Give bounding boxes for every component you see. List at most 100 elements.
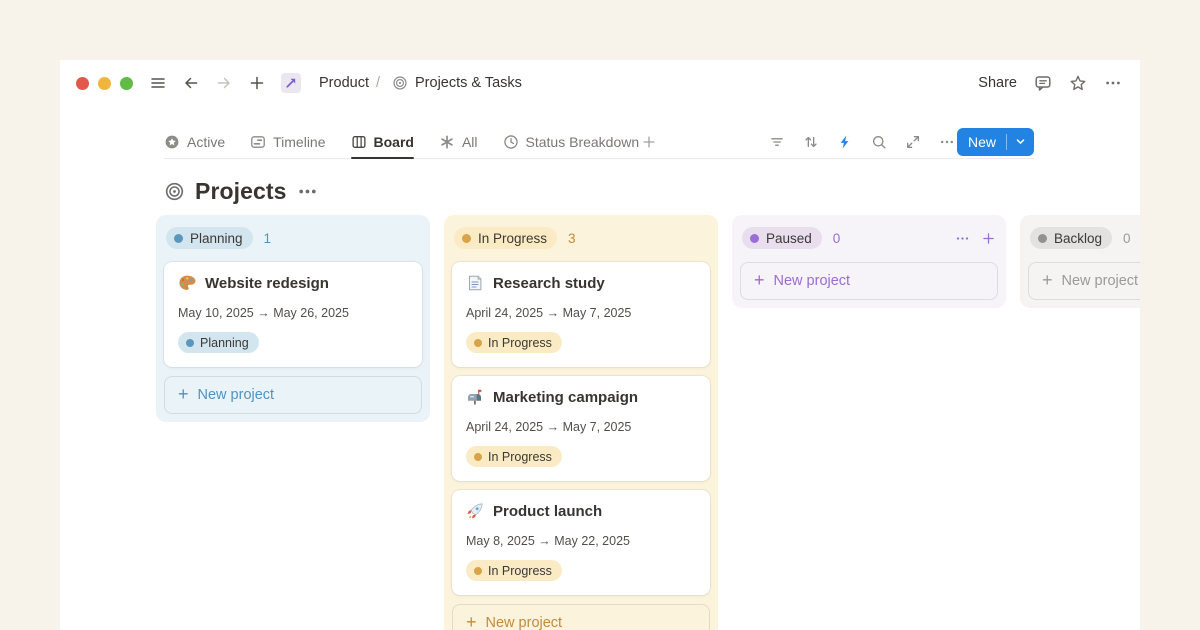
column-count: 0 bbox=[1123, 231, 1131, 246]
bookmark-tabs-icon bbox=[466, 274, 484, 292]
card-date-range: May 10, 2025 → May 26, 2025 bbox=[178, 306, 408, 320]
zoom-window-button[interactable] bbox=[120, 77, 133, 90]
view-controls bbox=[769, 134, 955, 150]
favorite-star-icon[interactable] bbox=[1069, 74, 1087, 92]
project-card-marketing-campaign[interactable]: Marketing campaignApril 24, 2025 → May 7… bbox=[452, 376, 710, 481]
star-circle-icon bbox=[164, 134, 180, 150]
status-dot-icon bbox=[474, 339, 482, 347]
board-column-backlog: Backlog 0 +New project bbox=[1020, 215, 1140, 308]
app-window: Product / Projects & Tasks Share Active T… bbox=[60, 60, 1140, 630]
forward-arrow-icon[interactable] bbox=[215, 74, 233, 92]
tab-active[interactable]: Active bbox=[164, 125, 225, 158]
status-dot-icon bbox=[462, 234, 471, 243]
status-dot-icon bbox=[1038, 234, 1047, 243]
chevron-down-icon[interactable] bbox=[1007, 135, 1034, 148]
target-icon bbox=[164, 181, 185, 202]
window-controls bbox=[76, 77, 133, 90]
tab-status-breakdown[interactable]: Status Breakdown bbox=[503, 125, 640, 158]
bolt-icon[interactable] bbox=[837, 134, 853, 150]
new-project-button-planning[interactable]: +New project bbox=[164, 376, 422, 414]
status-dot-icon bbox=[186, 339, 194, 347]
tab-board[interactable]: Board bbox=[351, 125, 414, 158]
status-dot-icon bbox=[174, 234, 183, 243]
more-icon[interactable] bbox=[955, 231, 970, 246]
column-add-icon[interactable] bbox=[981, 231, 996, 246]
new-project-label: New project bbox=[486, 615, 563, 630]
new-project-button-backlog[interactable]: +New project bbox=[1028, 262, 1140, 300]
status-label: Planning bbox=[190, 231, 243, 246]
column-count: 3 bbox=[568, 231, 576, 246]
column-header-backlog[interactable]: Backlog 0 bbox=[1028, 223, 1140, 249]
column-controls bbox=[955, 231, 996, 246]
view-tabbar: Active Timeline Board All Status Breakdown N… bbox=[164, 125, 1034, 159]
column-count: 1 bbox=[264, 231, 272, 246]
project-card-research-study[interactable]: Research studyApril 24, 2025 → May 7, 20… bbox=[452, 262, 710, 367]
project-card-product-launch[interactable]: Product launch May 8, 2025 → May 22, 2025… bbox=[452, 490, 710, 595]
rocket-icon bbox=[466, 502, 484, 520]
tab-label: Status Breakdown bbox=[526, 134, 640, 150]
comment-icon[interactable] bbox=[1034, 74, 1052, 92]
back-arrow-icon[interactable] bbox=[182, 74, 200, 92]
card-status-label: In Progress bbox=[488, 564, 552, 578]
new-project-button-paused[interactable]: +New project bbox=[740, 262, 998, 300]
column-header-planning[interactable]: Planning 1 bbox=[164, 223, 422, 249]
more-icon[interactable] bbox=[939, 134, 955, 150]
workspace-icon[interactable] bbox=[281, 73, 301, 93]
card-status-badge: In Progress bbox=[466, 560, 562, 581]
target-icon bbox=[392, 75, 408, 91]
column-header-in-progress[interactable]: In Progress 3 bbox=[452, 223, 710, 249]
card-status-label: In Progress bbox=[488, 336, 552, 350]
filter-icon[interactable] bbox=[769, 134, 785, 150]
status-dot-icon bbox=[750, 234, 759, 243]
share-button[interactable]: Share bbox=[978, 75, 1017, 91]
page-title: Projects bbox=[195, 178, 287, 205]
board-column-planning: Planning 1 Website redesignMay 10, 2025 → … bbox=[156, 215, 430, 422]
status-label: In Progress bbox=[478, 231, 547, 246]
status-pill: Planning bbox=[166, 227, 253, 249]
minimize-window-button[interactable] bbox=[98, 77, 111, 90]
status-dot-icon bbox=[474, 453, 482, 461]
tab-label: Active bbox=[187, 134, 225, 150]
new-project-button-in-progress[interactable]: + New project bbox=[452, 604, 710, 630]
status-pill: Paused bbox=[742, 227, 822, 249]
breadcrumb-page[interactable]: Projects & Tasks bbox=[415, 75, 522, 91]
add-view-icon[interactable] bbox=[641, 134, 657, 150]
breadcrumb-separator: / bbox=[376, 75, 380, 91]
card-title: Product launch bbox=[493, 503, 602, 520]
sidebar-menu-icon[interactable] bbox=[149, 74, 167, 92]
tab-label: Timeline bbox=[273, 134, 325, 150]
sort-icon[interactable] bbox=[803, 134, 819, 150]
plus-icon: + bbox=[466, 613, 477, 630]
card-date-range: May 8, 2025 → May 22, 2025 bbox=[466, 534, 696, 548]
close-window-button[interactable] bbox=[76, 77, 89, 90]
new-page-icon[interactable] bbox=[248, 74, 266, 92]
kanban-board: Planning 1 Website redesignMay 10, 2025 → … bbox=[156, 215, 1140, 630]
tab-all[interactable]: All bbox=[439, 125, 478, 158]
more-options-icon[interactable] bbox=[1104, 74, 1122, 92]
card-status-badge: In Progress bbox=[466, 446, 562, 467]
status-label: Backlog bbox=[1054, 231, 1102, 246]
new-button[interactable]: New bbox=[957, 128, 1034, 156]
clock-icon bbox=[503, 134, 519, 150]
status-dot-icon bbox=[474, 567, 482, 575]
page-options-icon[interactable] bbox=[297, 181, 318, 202]
status-pill: In Progress bbox=[454, 227, 557, 249]
column-header-paused[interactable]: Paused0 bbox=[740, 223, 998, 249]
expand-icon[interactable] bbox=[905, 134, 921, 150]
breadcrumb-workspace[interactable]: Product bbox=[319, 75, 369, 91]
card-status-label: In Progress bbox=[488, 450, 552, 464]
titlebar: Product / Projects & Tasks Share bbox=[60, 60, 1140, 106]
status-pill: Backlog bbox=[1030, 227, 1112, 249]
card-title: Marketing campaign bbox=[493, 389, 638, 406]
new-button-label: New bbox=[957, 134, 1006, 150]
card-status-badge: In Progress bbox=[466, 332, 562, 353]
search-icon[interactable] bbox=[871, 134, 887, 150]
page-title-row: Projects bbox=[164, 176, 1140, 206]
tab-timeline[interactable]: Timeline bbox=[250, 125, 325, 158]
project-card-website-redesign[interactable]: Website redesignMay 10, 2025 → May 26, 2… bbox=[164, 262, 422, 367]
board-column-in-progress: In Progress 3 Research studyApril 24, 2025… bbox=[444, 215, 718, 630]
plus-icon: + bbox=[1042, 271, 1053, 289]
new-project-label: New project bbox=[198, 387, 275, 403]
board-column-paused: Paused0 +New project bbox=[732, 215, 1006, 308]
card-status-badge: Planning bbox=[178, 332, 259, 353]
